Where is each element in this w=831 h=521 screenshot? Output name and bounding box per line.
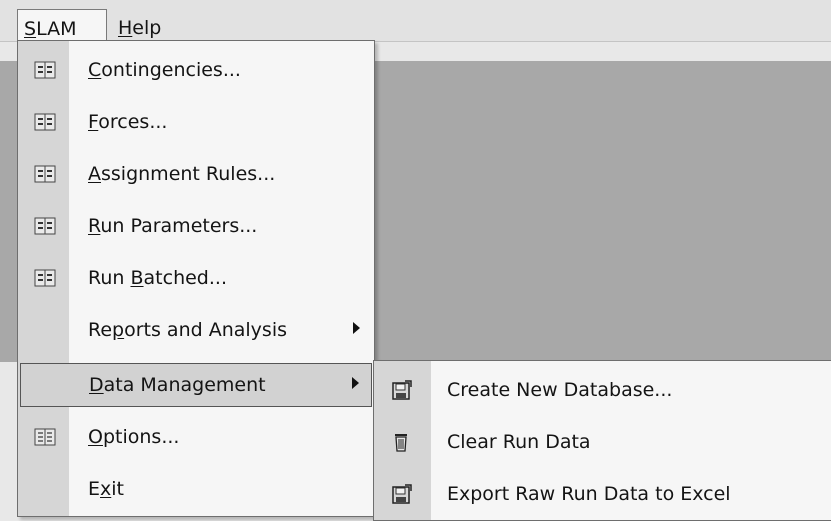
menu-item-label: Reports and Analysis (88, 319, 288, 341)
menu-item-assignment-rules[interactable]: Assignment Rules... (18, 152, 374, 196)
slam-menu-dropdown: Contingencies... Forces... Assignment Ru… (17, 40, 375, 517)
grid-list-icon (34, 60, 56, 80)
menu-item-label: Options... (88, 426, 180, 448)
menu-item-label: Clear Run Data (447, 431, 591, 453)
menu-item-exit[interactable]: Exit (18, 467, 374, 511)
trash-icon (391, 432, 413, 452)
save-database-icon (391, 484, 413, 504)
menu-item-create-new-database[interactable]: Create New Database... (374, 368, 831, 412)
menu-bar: SLAM Help (0, 0, 831, 42)
menu-item-export-raw-run-data[interactable]: Export Raw Run Data to Excel (374, 472, 831, 516)
options-table-icon (34, 427, 56, 447)
grid-list-icon (34, 112, 56, 132)
menu-item-label: Run Parameters... (88, 215, 258, 237)
menu-item-label: Forces... (88, 111, 168, 133)
menu-item-label: Run Batched... (88, 267, 227, 289)
menu-item-forces[interactable]: Forces... (18, 100, 374, 144)
data-management-submenu: Create New Database... Clear Run Data Ex… (373, 360, 831, 521)
menu-item-label: Contingencies... (88, 59, 241, 81)
menu-item-options[interactable]: Options... (18, 415, 374, 459)
menu-slam[interactable]: SLAM (17, 9, 107, 41)
grid-list-icon (34, 164, 56, 184)
menu-item-data-management[interactable]: Data Management (20, 363, 372, 407)
menu-item-clear-run-data[interactable]: Clear Run Data (374, 420, 831, 464)
menu-item-label: Export Raw Run Data to Excel (447, 483, 731, 505)
menu-item-reports-and-analysis[interactable]: Reports and Analysis (18, 308, 374, 352)
menu-item-run-batched[interactable]: Run Batched... (18, 256, 374, 300)
submenu-arrow-icon (353, 322, 360, 334)
menu-item-label: Exit (88, 478, 124, 500)
menu-item-label: Data Management (89, 374, 266, 396)
menu-item-label: Create New Database... (447, 379, 673, 401)
menu-item-label: Assignment Rules... (88, 163, 276, 185)
submenu-arrow-icon (352, 377, 359, 389)
save-database-icon (391, 380, 413, 400)
grid-list-icon (34, 216, 56, 236)
menu-item-contingencies[interactable]: Contingencies... (18, 48, 374, 92)
grid-list-icon (34, 268, 56, 288)
menu-item-run-parameters[interactable]: Run Parameters... (18, 204, 374, 248)
menu-help[interactable]: Help (110, 9, 167, 41)
